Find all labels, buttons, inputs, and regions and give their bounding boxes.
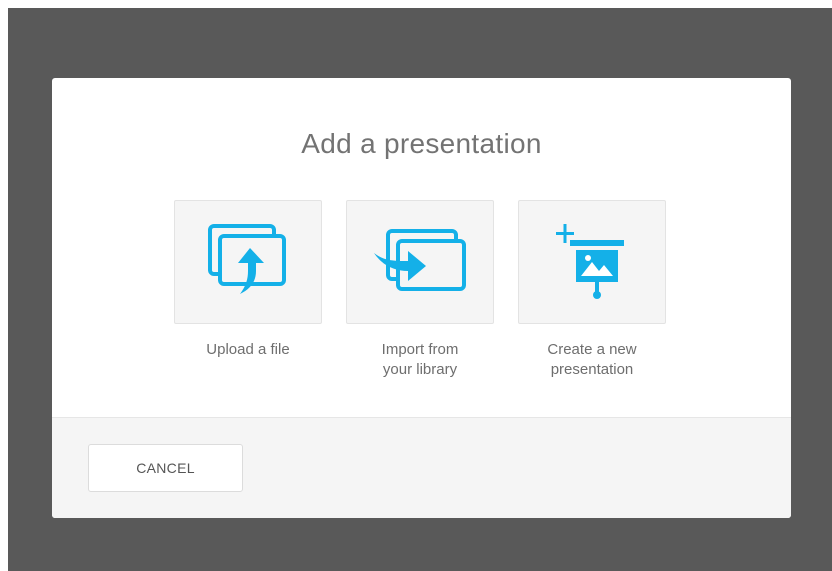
create-presentation-label-line-2: presentation [550,361,634,378]
upload-file-option[interactable]: Upload a file [174,200,322,380]
create-presentation-option[interactable]: Create a new presentation [518,200,666,380]
create-presentation-label-line-1: Create a new [547,341,637,358]
presentation-options: Upload a file Import from your library C… [174,200,666,380]
upload-file-tile[interactable] [174,200,322,324]
dialog-footer: CANCEL [52,417,791,518]
import-library-tile[interactable] [346,200,494,324]
create-presentation-label: Create a new presentation [518,340,666,380]
import-library-icon [374,229,466,291]
add-presentation-dialog: Add a presentation Upload a file Import … [52,78,791,518]
upload-file-icon [208,224,286,294]
create-presentation-tile[interactable] [518,200,666,324]
upload-file-label: Upload a file [174,340,322,360]
import-library-label-line-2: your library [382,361,458,378]
upload-file-label-line-1: Upload a file [206,341,290,358]
import-library-label: Import from your library [346,340,494,380]
create-presentation-icon [556,224,624,299]
cancel-button[interactable]: CANCEL [88,444,243,492]
import-library-option[interactable]: Import from your library [346,200,494,380]
import-library-label-line-1: Import from [381,341,459,358]
dialog-title: Add a presentation [301,128,542,159]
